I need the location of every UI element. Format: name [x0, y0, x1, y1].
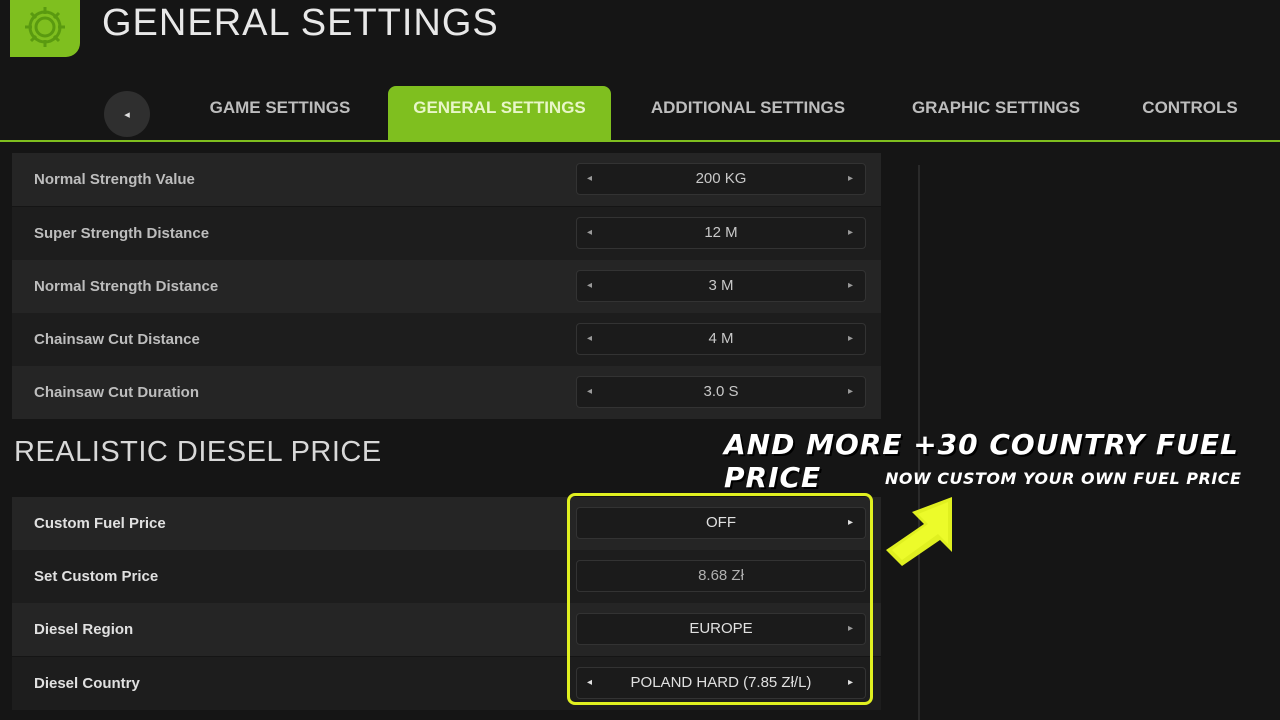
gear-icon: [25, 7, 65, 47]
setting-value: 3 M: [708, 277, 734, 294]
setting-label: Normal Strength Value: [34, 171, 195, 188]
back-button[interactable]: ◂: [104, 91, 150, 137]
arrow-right-icon[interactable]: ▸: [848, 377, 853, 407]
setting-value: 200 KG: [695, 170, 747, 187]
value-stepper[interactable]: ◂ 200 KG ▸: [576, 163, 866, 195]
setting-row-super-strength-distance: Super Strength Distance ◂ 12 M ▸: [12, 207, 881, 260]
tab-graphic-settings[interactable]: GRAPHIC SETTINGS: [893, 86, 1099, 140]
setting-label: Diesel Country: [34, 675, 140, 692]
setting-row-normal-strength-distance: Normal Strength Distance ◂ 3 M ▸: [12, 260, 881, 313]
value-stepper[interactable]: ◂ 3 M ▸: [576, 270, 866, 302]
arrow-right-icon[interactable]: ▸: [848, 271, 853, 301]
arrow-right-icon[interactable]: ▸: [848, 164, 853, 194]
setting-value: 4 M: [708, 330, 734, 347]
tab-controls[interactable]: CONTROLS: [1124, 86, 1256, 140]
highlight-frame: [567, 493, 873, 705]
tab-general-settings[interactable]: GENERAL SETTINGS: [388, 86, 611, 140]
setting-label: Set Custom Price: [34, 568, 159, 585]
setting-label: Super Strength Distance: [34, 225, 210, 242]
setting-value: 3.0 S: [703, 383, 739, 400]
setting-row-normal-strength-value: Normal Strength Value ◂ 200 KG ▸: [12, 153, 881, 206]
page-title: GENERAL SETTINGS: [102, 2, 499, 44]
setting-label: Normal Strength Distance: [34, 278, 219, 295]
setting-label: Diesel Region: [34, 621, 134, 638]
pointer-arrow-icon: [886, 497, 952, 566]
promo-subline: NOW CUSTOM YOUR OWN FUEL PRICE: [885, 469, 1242, 488]
setting-label: Chainsaw Cut Duration: [34, 384, 200, 401]
tab-bar: ◂ GAME SETTINGS GENERAL SETTINGS ADDITIO…: [0, 86, 1280, 142]
value-stepper[interactable]: ◂ 4 M ▸: [576, 323, 866, 355]
logo: [10, 0, 80, 57]
arrow-right-icon[interactable]: ▸: [848, 218, 853, 248]
arrow-right-icon[interactable]: ▸: [848, 324, 853, 354]
tab-game-settings[interactable]: GAME SETTINGS: [190, 86, 370, 140]
setting-label: Chainsaw Cut Distance: [34, 331, 200, 348]
setting-value: 12 M: [704, 224, 738, 241]
section-title: REALISTIC DIESEL PRICE: [14, 436, 382, 468]
tab-additional-settings[interactable]: ADDITIONAL SETTINGS: [630, 86, 866, 140]
value-stepper[interactable]: ◂ 12 M ▸: [576, 217, 866, 249]
value-stepper[interactable]: ◂ 3.0 S ▸: [576, 376, 866, 408]
setting-row-chainsaw-cut-duration: Chainsaw Cut Duration ◂ 3.0 S ▸: [12, 366, 881, 419]
back-arrow-icon: ◂: [124, 108, 130, 121]
setting-row-chainsaw-cut-distance: Chainsaw Cut Distance ◂ 4 M ▸: [12, 313, 881, 366]
setting-label: Custom Fuel Price: [34, 515, 166, 532]
